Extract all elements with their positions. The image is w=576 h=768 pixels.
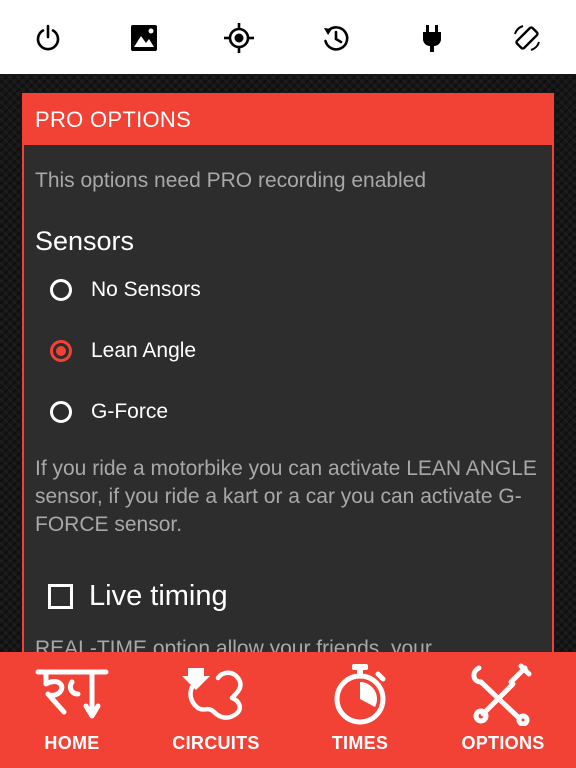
tab-label: TIMES [331, 733, 389, 753]
live-timing-checkbox[interactable] [48, 584, 73, 609]
tab-home[interactable]: HOME [34, 652, 110, 768]
tab-times[interactable]: TIMES [322, 652, 398, 768]
top-toolbar [0, 0, 576, 74]
history-refresh-icon[interactable] [320, 22, 352, 54]
tools-icon [471, 663, 532, 726]
plug-icon[interactable] [416, 22, 448, 54]
panel-title: PRO OPTIONS [35, 107, 192, 132]
radio-label: No Sensors [91, 278, 201, 301]
radio-button[interactable] [50, 279, 72, 301]
circuit-map-icon [182, 668, 243, 720]
tab-label: HOME [44, 733, 100, 753]
stopwatch-icon [334, 664, 386, 725]
live-timing-label: Live timing [89, 580, 228, 612]
panel-header: PRO OPTIONS [24, 95, 552, 145]
tab-label: OPTIONS [461, 733, 545, 753]
rt-logo-icon [35, 669, 109, 719]
radio-label: G-Force [91, 400, 169, 423]
tab-label: CIRCUITS [172, 733, 260, 753]
sensors-description: If you ride a motorbike you can activate… [35, 457, 537, 536]
live-timing-toggle[interactable]: Live timing [48, 580, 228, 613]
radio-no-sensors[interactable]: No Sensors [50, 278, 201, 302]
gps-target-icon[interactable] [223, 22, 255, 54]
image-icon[interactable] [128, 22, 160, 54]
radio-button-selected[interactable] [50, 340, 72, 362]
radio-lean-angle[interactable]: Lean Angle [50, 339, 196, 363]
screen-rotation-icon[interactable] [511, 22, 543, 54]
tab-options[interactable]: OPTIONS [461, 652, 545, 768]
power-icon[interactable] [32, 22, 64, 54]
radio-label: Lean Angle [91, 339, 197, 362]
radio-g-force[interactable]: G-Force [50, 400, 168, 424]
pro-options-panel: PRO OPTIONS This options need PRO record… [22, 93, 554, 673]
sensors-title: Sensors [35, 226, 135, 256]
bottom-tab-bar: HOME CIRCUITS TIMES OPTIONS [0, 652, 576, 768]
pro-required-note: This options need PRO recording enabled [35, 169, 427, 192]
radio-button[interactable] [50, 401, 72, 423]
tab-circuits[interactable]: CIRCUITS [172, 652, 259, 768]
